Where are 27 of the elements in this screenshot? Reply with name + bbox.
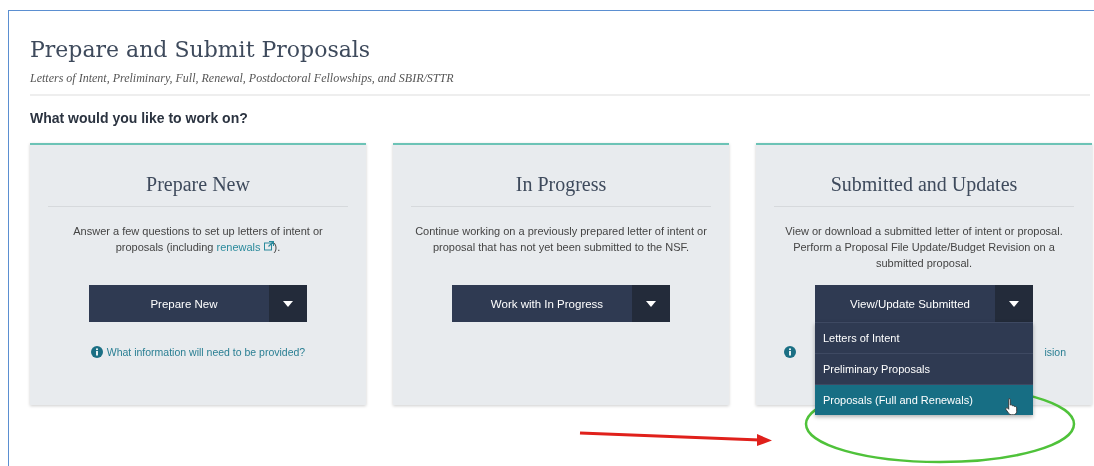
info-icon bbox=[784, 346, 796, 358]
card-title: Submitted and Updates bbox=[830, 173, 1018, 196]
card-title: In Progress bbox=[515, 173, 607, 196]
card-description: View or download a submitted letter of intent or proposal. Perform a Proposal File Update/Budget Revision on a submitted proposal. bbox=[784, 224, 1064, 271]
caret-icon bbox=[1009, 300, 1019, 307]
section-heading: What would you like to work on? bbox=[30, 110, 249, 126]
card-description: Continue working on a previously prepared letter of intent or proposal that has not yet been submitted to the NSF. bbox=[414, 224, 708, 255]
info-icon bbox=[90, 346, 103, 358]
split-button[interactable]: Prepare New bbox=[89, 285, 269, 322]
page-title: Prepare and Submit Proposals bbox=[30, 37, 372, 62]
info-link[interactable]: What information will need to be provided? bbox=[90, 346, 306, 358]
card-description: Answer a few questions to set up letters of intent or proposals (including renewals ). bbox=[72, 224, 324, 255]
split-button[interactable]: View/Update Submitted bbox=[815, 285, 995, 322]
card-title: Prepare New bbox=[146, 173, 250, 196]
split-button[interactable]: Work with In Progress bbox=[452, 285, 632, 322]
info-link[interactable]: ision bbox=[1044, 346, 1066, 358]
dropdown-toggle[interactable] bbox=[632, 285, 670, 322]
external-link-icon bbox=[263, 241, 274, 251]
hand-cursor-icon bbox=[1005, 397, 1019, 415]
menu-item[interactable]: Proposals (Full and Renewals) bbox=[815, 384, 1033, 415]
caret-icon bbox=[283, 300, 293, 307]
page-subtitle: Letters of Intent, Preliminary, Full, Renewal, Postdoctoral Fellowships, and SBIR/STTR bbox=[30, 71, 455, 86]
renewals-link[interactable]: renewals bbox=[216, 241, 274, 253]
caret-icon bbox=[646, 300, 656, 307]
dropdown-toggle[interactable] bbox=[269, 285, 307, 322]
dropdown-toggle[interactable] bbox=[995, 285, 1033, 322]
menu-item[interactable]: Letters of Intent bbox=[815, 322, 1033, 353]
